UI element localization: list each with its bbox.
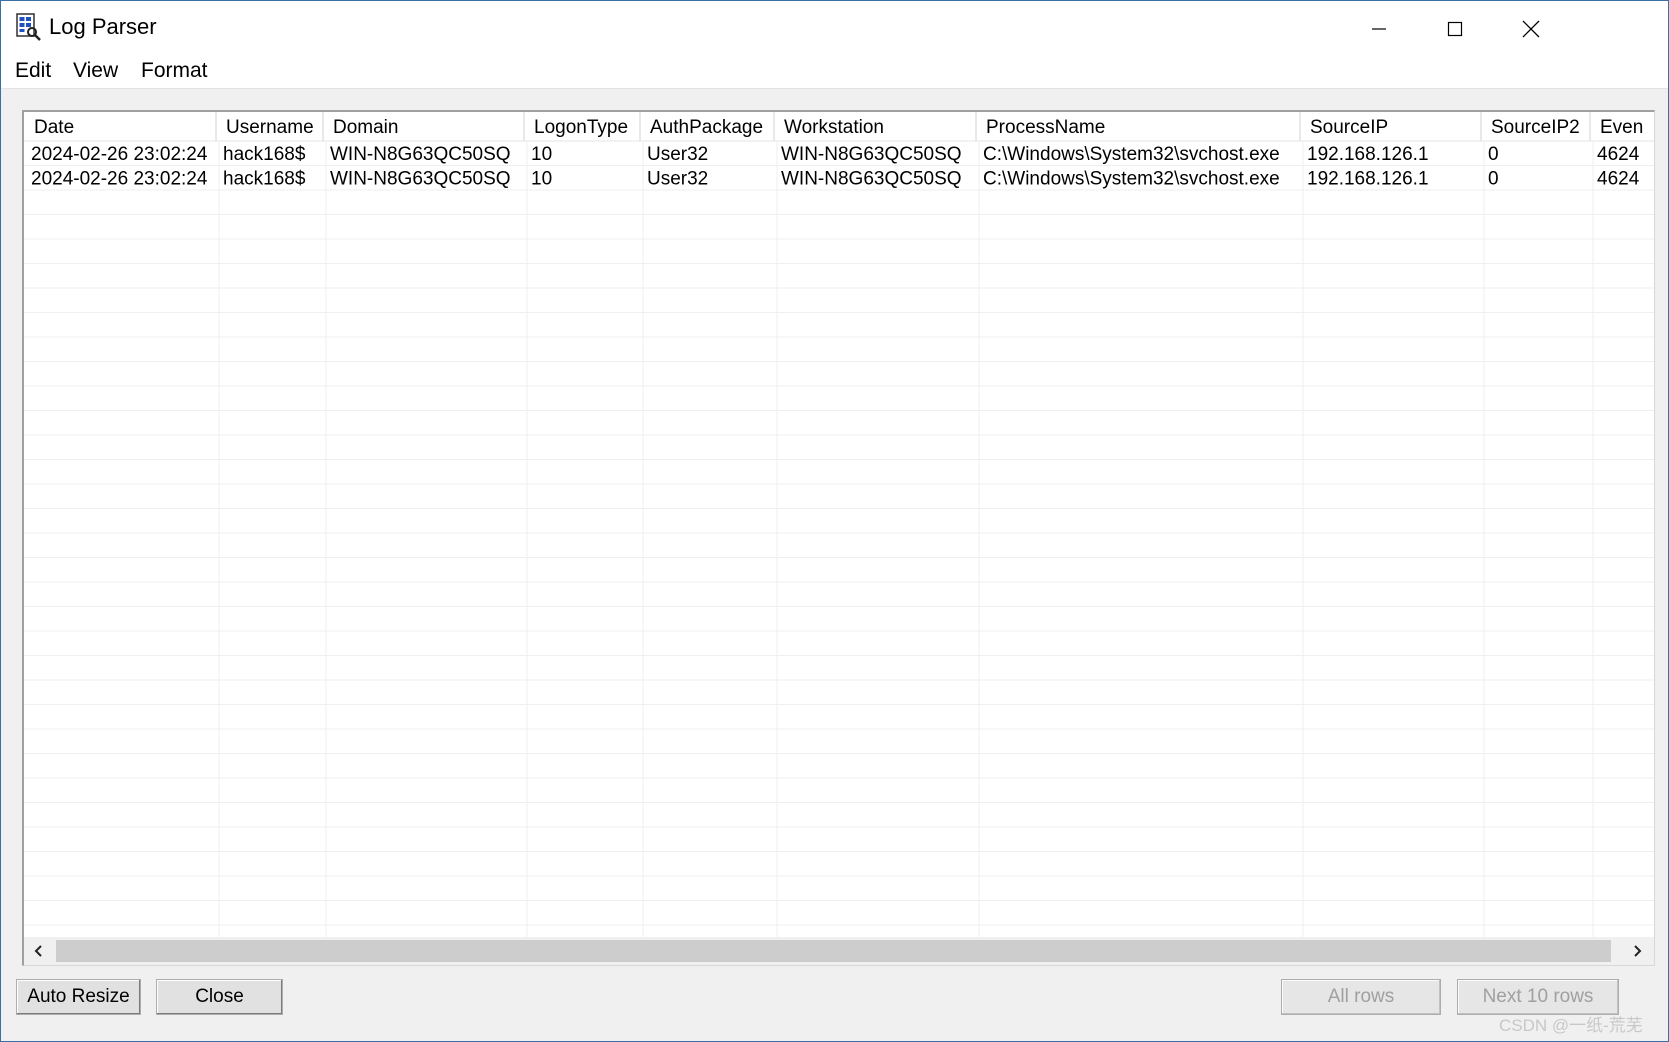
next-10-rows-button[interactable]: Next 10 rows	[1457, 979, 1619, 1015]
menu-edit[interactable]: Edit	[14, 59, 52, 83]
maximize-icon	[1447, 21, 1463, 36]
log-parser-window: Log Parser Edit View Format Date Username…	[0, 0, 1669, 1042]
table-cell[interactable]: 4624	[1597, 169, 1640, 190]
table-cell[interactable]: C:\Windows\System32\svchost.exe	[983, 169, 1280, 190]
column-header-authpackage[interactable]: AuthPackage	[650, 117, 763, 138]
close-window-button[interactable]	[1491, 1, 1571, 56]
table-cell[interactable]: 2024-02-26 23:02:24	[31, 144, 208, 165]
scroll-left-button[interactable]	[26, 940, 52, 962]
menu-format[interactable]: Format	[140, 59, 209, 83]
title-bar[interactable]: Log Parser	[1, 1, 1668, 56]
scroll-right-button[interactable]	[1624, 940, 1650, 962]
table-cell[interactable]: WIN-N8G63QC50SQ	[781, 144, 962, 165]
minimize-icon	[1372, 27, 1386, 30]
minimize-button[interactable]	[1339, 1, 1419, 56]
table-cell[interactable]: 0	[1488, 144, 1499, 165]
chevron-left-icon	[34, 945, 42, 957]
column-header-logontype[interactable]: LogonType	[534, 117, 628, 138]
horizontal-scrollbar[interactable]	[24, 937, 1654, 965]
table-cell[interactable]: hack168$	[223, 144, 306, 165]
table-cell[interactable]: WIN-N8G63QC50SQ	[781, 169, 962, 190]
table-cell[interactable]: 10	[531, 169, 552, 190]
table-cell[interactable]: hack168$	[223, 169, 306, 190]
scrollbar-thumb[interactable]	[56, 940, 1611, 962]
table-cell[interactable]: 2024-02-26 23:02:24	[31, 169, 208, 190]
menu-bar: Edit View Format	[1, 56, 1668, 89]
window-title: Log Parser	[49, 14, 157, 39]
results-grid[interactable]: Date Username Domain LogonType AuthPackage Wo…	[22, 110, 1655, 966]
column-header-sourceip[interactable]: SourceIP	[1310, 117, 1388, 138]
results-table: Date Username Domain LogonType AuthPackage Wo…	[24, 112, 1654, 937]
table-cell[interactable]: 10	[531, 144, 552, 165]
auto-resize-button[interactable]: Auto Resize	[16, 979, 141, 1015]
column-header-domain[interactable]: Domain	[333, 117, 398, 138]
table-cell[interactable]: WIN-N8G63QC50SQ	[330, 144, 511, 165]
watermark: CSDN @一纸-荒芜	[1499, 1016, 1643, 1035]
table-cell[interactable]: WIN-N8G63QC50SQ	[330, 169, 511, 190]
maximize-button[interactable]	[1415, 1, 1495, 56]
column-header-sourceip2[interactable]: SourceIP2	[1491, 117, 1580, 138]
table-cell[interactable]: User32	[647, 144, 708, 165]
all-rows-button[interactable]: All rows	[1281, 979, 1441, 1015]
column-header-username[interactable]: Username	[226, 117, 314, 138]
close-button[interactable]: Close	[156, 979, 283, 1015]
table-cell[interactable]: 192.168.126.1	[1307, 169, 1429, 190]
close-icon	[1522, 20, 1540, 37]
column-header-processname[interactable]: ProcessName	[986, 117, 1105, 138]
table-cell[interactable]: 192.168.126.1	[1307, 144, 1429, 165]
chevron-right-icon	[1634, 945, 1642, 957]
menu-view[interactable]: View	[72, 59, 119, 83]
table-cell[interactable]: 0	[1488, 169, 1499, 190]
table-cell[interactable]: User32	[647, 169, 708, 190]
table-cell[interactable]: C:\Windows\System32\svchost.exe	[983, 144, 1280, 165]
column-header-date[interactable]: Date	[34, 117, 74, 138]
column-header-even[interactable]: Even	[1600, 117, 1643, 138]
log-parser-app-icon	[16, 13, 42, 41]
column-header-workstation[interactable]: Workstation	[784, 117, 884, 138]
table-cell[interactable]: 4624	[1597, 144, 1640, 165]
